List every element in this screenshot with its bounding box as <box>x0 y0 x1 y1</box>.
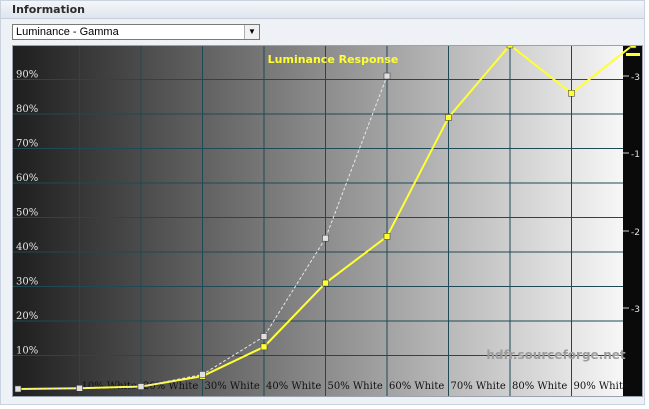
chart-type-select[interactable]: Luminance - Gamma ▼ <box>12 24 260 40</box>
data-point-reference <box>76 385 83 392</box>
y-tick-label: 20% <box>16 311 38 322</box>
panel-title: Information <box>1 1 644 19</box>
x-tick-label: 80% White <box>512 381 567 392</box>
y-tick-label: 40% <box>16 242 38 253</box>
y-tick-label: 90% <box>16 70 38 81</box>
data-point-reference <box>14 385 22 393</box>
x-tick-label: 70% White <box>451 381 506 392</box>
data-point-reference <box>199 371 206 378</box>
y-tick-label: 80% <box>16 104 38 115</box>
data-point-reference <box>322 234 329 242</box>
data-point-measured <box>629 46 637 49</box>
data-point-measured <box>322 279 329 287</box>
information-panel: Information Luminance - Gamma ▼ 10% 20% 30… <box>0 0 645 405</box>
data-point-measured <box>260 343 268 351</box>
data-point-reference <box>137 383 145 390</box>
right-axis-label: -3 <box>631 73 640 83</box>
data-point-reference <box>383 72 391 80</box>
y-tick-label: 60% <box>16 173 38 184</box>
watermark: hdfr.sourceforge.net <box>486 348 626 362</box>
data-point-reference <box>260 333 268 340</box>
dropdown-arrow-icon[interactable]: ▼ <box>244 25 259 39</box>
y-tick-label: 10% <box>16 346 38 357</box>
chart-svg: 10%20%30%40%50%60%70%80%90% 10% White 20%… <box>13 46 642 396</box>
right-axis-label: -3 <box>631 305 640 315</box>
chart-background <box>13 46 623 396</box>
right-axis-strip <box>623 46 642 396</box>
x-tick-label: 90% White <box>574 381 629 392</box>
luminance-chart: 10% 20% 30% 40% 50% 60% 70% 80% 90% 10% White 20%… <box>12 45 643 397</box>
y-tick-label: 30% <box>16 277 38 288</box>
chart-type-value: Luminance - Gamma <box>16 26 119 38</box>
data-point-measured <box>568 90 575 97</box>
data-point-measured <box>506 46 514 49</box>
right-axis-label: -1 <box>631 150 640 160</box>
data-point-measured <box>383 233 391 240</box>
data-point-measured <box>445 114 452 121</box>
x-tick-label: 20% White <box>143 381 198 392</box>
x-tick-label: 40% White <box>266 381 321 392</box>
right-axis-label: -2 <box>631 228 640 238</box>
chart-title: Luminance Response <box>268 53 399 66</box>
right-edge-marker <box>626 53 640 56</box>
y-tick-label: 50% <box>16 208 38 219</box>
x-tick-label: 50% White <box>328 381 383 392</box>
x-tick-label: 60% White <box>389 381 444 392</box>
x-tick-label: 30% White <box>205 381 260 392</box>
y-tick-label: 70% <box>16 139 38 150</box>
